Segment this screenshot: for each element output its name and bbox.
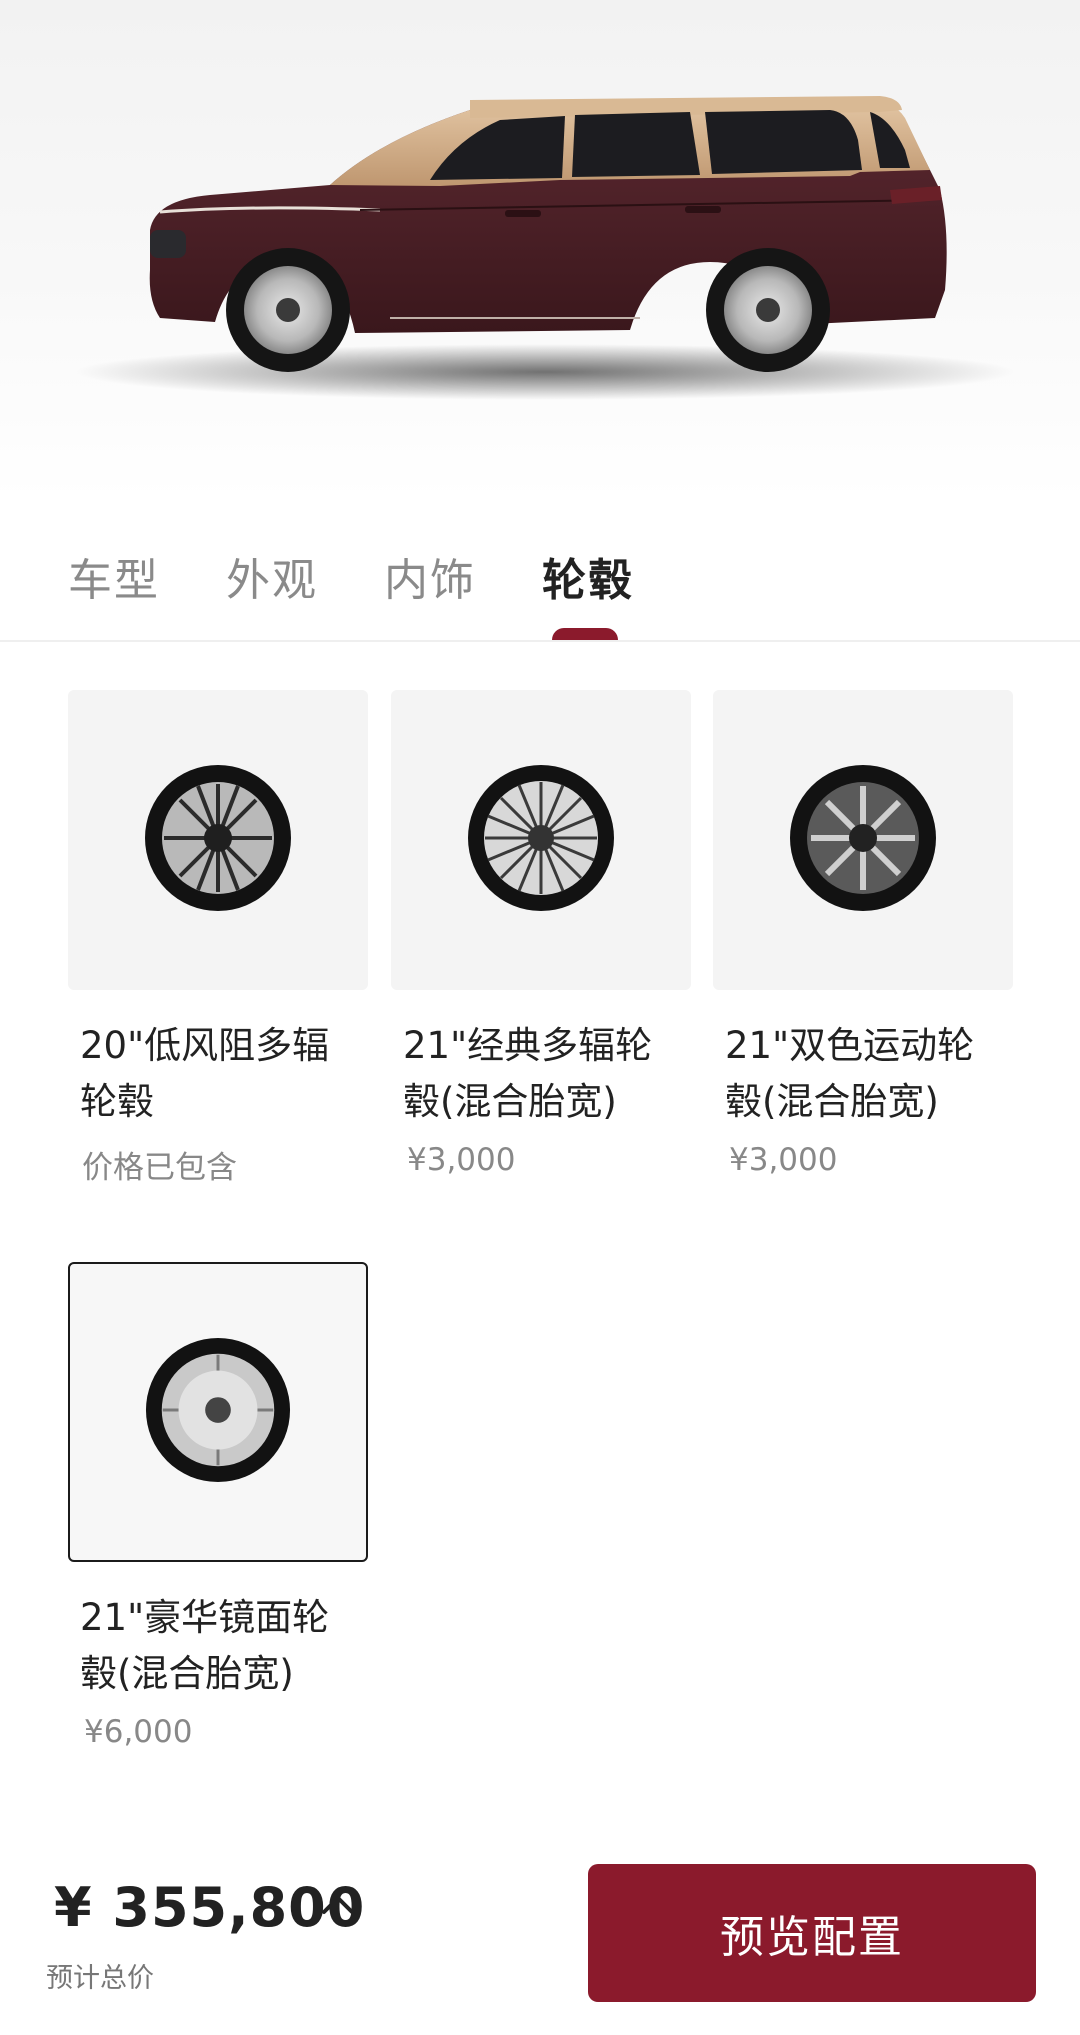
wheel-mirror-icon <box>145 1338 291 1483</box>
wheel-title: 21"双色运动轮 毂(混合胎宽) <box>725 1024 975 1123</box>
wheel-image[interactable] <box>391 690 691 990</box>
wheel-price: ¥3,000 <box>729 1142 838 1178</box>
tab-model[interactable]: 车型 <box>68 544 160 608</box>
wheel-sport-icon <box>790 765 936 911</box>
car-image <box>75 96 1015 400</box>
wheel-option-card[interactable]: 21"双色运动轮 毂(混合胎宽) ¥3,000 <box>713 690 1013 1178</box>
wheel-title: 21"豪华镜面轮 毂(混合胎宽) <box>80 1596 330 1695</box>
car-preview-area <box>0 0 1080 500</box>
tab-active-indicator <box>552 628 618 640</box>
wheel-option-card[interactable]: 20"低风阻多辐 轮毂 价格已包含 <box>68 690 368 1187</box>
wheel-title: 20"低风阻多辐 轮毂 <box>80 1024 330 1123</box>
wheel-image-selected[interactable] <box>68 1262 368 1562</box>
config-tabs: 车型 外观 内饰 轮毂 <box>0 530 1080 642</box>
tab-exterior[interactable]: 外观 <box>226 544 318 608</box>
tab-wheels[interactable]: 轮毂 <box>542 544 634 608</box>
wheel-multi-spoke-icon <box>468 765 614 911</box>
bottom-bar: ¥ 355,800 预计总价 预览配置 <box>0 1840 1080 2035</box>
wheel-aero-icon <box>145 765 291 911</box>
wheel-image[interactable] <box>713 690 1013 990</box>
wheel-option-card[interactable]: 21"豪华镜面轮 毂(混合胎宽) ¥6,000 <box>68 1262 368 1750</box>
wheel-price: ¥6,000 <box>84 1714 193 1750</box>
chevron-up-icon[interactable] <box>318 1890 358 1920</box>
wheel-image[interactable] <box>68 690 368 990</box>
wheel-title: 21"经典多辐轮 毂(混合胎宽) <box>403 1024 653 1123</box>
total-price-label: 预计总价 <box>46 1963 154 1994</box>
wheel-option-card[interactable]: 21"经典多辐轮 毂(混合胎宽) ¥3,000 <box>391 690 691 1178</box>
preview-config-button[interactable]: 预览配置 <box>588 1864 1036 2002</box>
wheel-price: ¥3,000 <box>407 1142 516 1178</box>
tab-interior[interactable]: 内饰 <box>384 544 476 608</box>
wheel-price: 价格已包含 <box>82 1150 237 1186</box>
